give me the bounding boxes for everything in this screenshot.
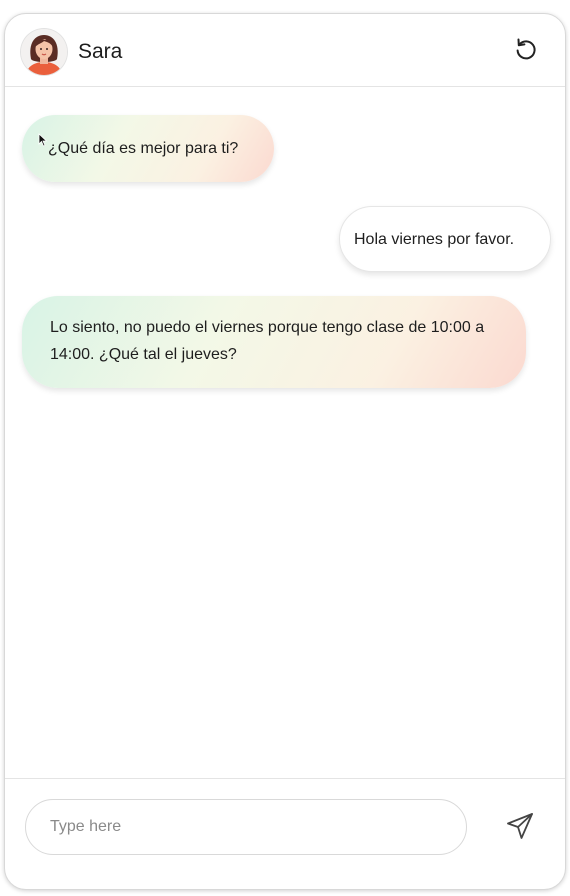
message-text: ¿Qué día es mejor para ti? [48, 140, 239, 157]
message-input[interactable] [25, 799, 467, 855]
message-text: Hola viernes por favor. [354, 231, 515, 248]
message-list: ¿Qué día es mejor para ti? Hola viernes … [5, 88, 565, 778]
reset-chat-button[interactable] [513, 36, 539, 62]
restart-icon [516, 38, 536, 60]
message-bubble-user: Hola viernes por favor. [339, 206, 551, 272]
contact-name: Sara [78, 40, 123, 63]
send-button[interactable] [505, 811, 535, 841]
avatar [21, 29, 67, 75]
chat-window: Sara ¿Qué día es mejor para ti? Hola vie… [4, 13, 566, 890]
message-bubble-contact: Lo siento, no puedo el viernes porque te… [22, 296, 526, 388]
woman-avatar-icon [21, 29, 67, 75]
mouse-cursor-icon [38, 133, 48, 147]
chat-header: Sara [5, 14, 565, 87]
send-icon [507, 813, 533, 839]
message-composer [5, 778, 565, 889]
message-text: Lo siento, no puedo el viernes porque te… [50, 319, 485, 363]
message-bubble-contact: ¿Qué día es mejor para ti? [22, 115, 274, 182]
